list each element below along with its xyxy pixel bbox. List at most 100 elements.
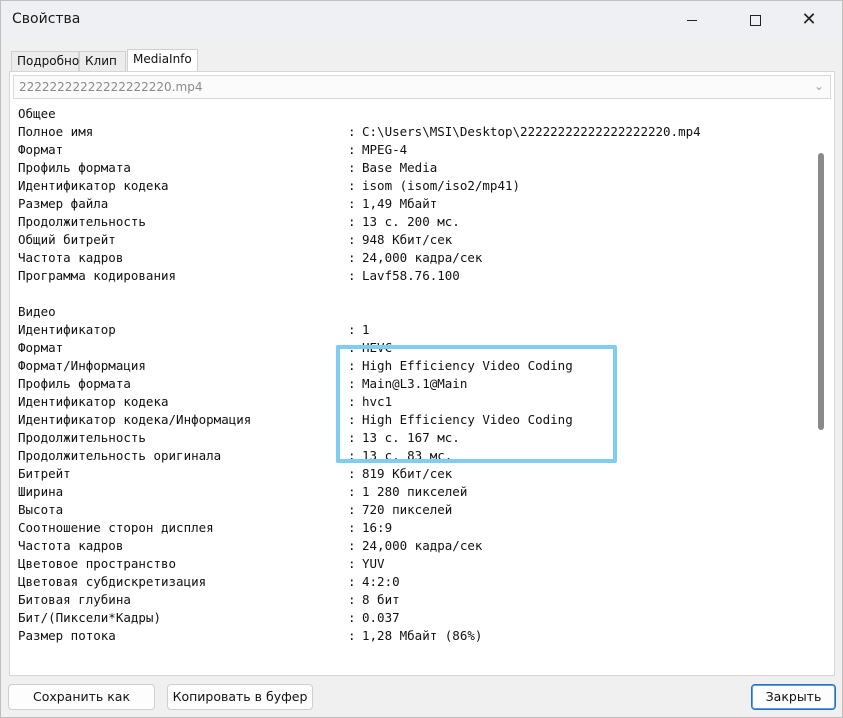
info-row: Идентификатор кодека: isom (isom/iso2/mp4… [18, 177, 701, 195]
file-select[interactable]: 22222222222222222220.mp4 ⌄ [13, 75, 831, 99]
info-row: Частота кадров:24,000 кадра/сек [18, 537, 701, 555]
close-button[interactable]: Закрыть [751, 684, 836, 710]
info-row-value: 1 [362, 322, 370, 337]
info-row-value: 4:2:0 [362, 574, 400, 589]
info-row: Высота:720 пикселей [18, 501, 701, 519]
info-row-value: 819 Кбит/сек [362, 466, 453, 481]
info-row-value: 16:9 [362, 520, 393, 535]
info-row-value: isom (isom/iso2/mp41) [362, 178, 521, 193]
info-row-separator: : [348, 610, 356, 625]
info-row-label: Программа кодирования [18, 268, 177, 283]
window-title: Свойства [12, 11, 81, 27]
info-row-separator: : [348, 502, 356, 517]
info-row-label: Идентификатор кодека/Информация [18, 412, 252, 427]
info-text-area[interactable]: Общее Полное имя: C:\Users\MSI\Desktop\222… [12, 101, 832, 672]
info-row: Цветовое пространство: YUV [18, 555, 701, 573]
info-row-separator: : [348, 160, 356, 175]
info-row: Частота кадров:24,000 кадра/сек [18, 249, 701, 267]
info-row-separator: : [348, 592, 356, 607]
info-row: Бит/(Пиксели*Кадры):0.037 [18, 609, 701, 627]
info-row-value: 1,28 Мбайт (86%) [362, 628, 483, 643]
minimize-button[interactable] [669, 1, 715, 39]
info-row-label: Профиль формата [18, 160, 131, 175]
info-row-label: Размер потока [18, 628, 116, 643]
info-row-separator: : [348, 250, 356, 265]
info-row: Битрейт:819 Кбит/сек [18, 465, 701, 483]
info-row-label: Битрейт [18, 466, 71, 481]
info-row-label: Размер файла [18, 196, 109, 211]
info-row-label: Профиль формата [18, 376, 131, 391]
info-row-separator: : [348, 556, 356, 571]
tab-clip[interactable]: Клип [79, 51, 126, 71]
tab-details[interactable]: Подробно [11, 51, 79, 71]
maximize-button[interactable] [732, 1, 778, 39]
info-row-value: 0.037 [362, 610, 400, 625]
minimize-icon [687, 19, 697, 21]
section-header: Общее [18, 106, 56, 121]
info-row-value: Base Media [362, 160, 438, 175]
info-row-label: Соотношение сторон дисплея [18, 520, 214, 535]
info-row: Общий битрейт:948 Кбит/сек [18, 231, 701, 249]
section-header: Видео [18, 304, 56, 319]
info-row-value: 24,000 кадра/сек [362, 538, 483, 553]
info-row-value: 24,000 кадра/сек [362, 250, 483, 265]
info-row-separator: : [348, 484, 356, 499]
close-window-button[interactable]: ✕ [786, 1, 832, 39]
info-row-label: Высота [18, 502, 64, 517]
info-row-label: Общий битрейт [18, 232, 116, 247]
info-row-label: Частота кадров [18, 538, 124, 553]
chevron-down-icon: ⌄ [813, 79, 825, 93]
info-row-separator: : [348, 466, 356, 481]
info-row-separator: : [348, 178, 356, 193]
info-row: Размер потока:1,28 Мбайт (86%) [18, 627, 701, 645]
info-row: Цветовая субдискретизация:4:2:0 [18, 573, 701, 591]
info-row: Идентификатор:1 [18, 321, 701, 339]
info-row: Программа кодирования: Lavf58.76.100 [18, 267, 701, 285]
tab-mediainfo[interactable]: MediaInfo [127, 49, 198, 71]
info-row-label: Формат [18, 142, 64, 157]
info-row-separator: : [348, 124, 356, 139]
copy-to-clipboard-button[interactable]: Копировать в буфер [167, 684, 313, 710]
info-row-label: Частота кадров [18, 250, 124, 265]
info-row-label: Ширина [18, 484, 64, 499]
mediainfo-panel: 22222222222222222220.mp4 ⌄ Общее Полное и… [9, 71, 835, 676]
maximize-icon [749, 14, 761, 26]
info-row-label: Формат [18, 340, 64, 355]
info-row-value: MPEG-4 [362, 142, 408, 157]
info-row-value: 948 Кбит/сек [362, 232, 453, 247]
save-as-button[interactable]: Сохранить как [8, 684, 155, 710]
info-row-value: 720 пикселей [362, 502, 453, 517]
info-row-value: Lavf58.76.100 [362, 268, 460, 283]
info-row-separator: : [348, 214, 356, 229]
info-row-label: Идентификатор кодека [18, 394, 169, 409]
highlight-box [336, 345, 617, 463]
info-row-label: Продолжительность [18, 430, 146, 445]
info-row-separator: : [348, 142, 356, 157]
properties-window: Свойства ✕ Подробно Клип MediaInfo 22222… [0, 0, 843, 718]
info-row-value: 1 280 пикселей [362, 484, 468, 499]
info-row: Размер файла:1,49 Мбайт [18, 195, 701, 213]
info-row-value: 13 с. 200 мс. [362, 214, 460, 229]
info-row-separator: : [348, 268, 356, 283]
info-row-label: Продолжительность [18, 214, 146, 229]
info-row-value: C:\Users\MSI\Desktop\2222222222222222222… [362, 124, 701, 139]
info-row-separator: : [348, 538, 356, 553]
info-row-separator: : [348, 574, 356, 589]
info-row-label: Полное имя [18, 124, 94, 139]
info-row-label: Продолжительность оригинала [18, 448, 222, 463]
info-row-label: Идентификатор кодека [18, 178, 169, 193]
close-icon: ✕ [801, 9, 817, 30]
info-row-separator: : [348, 232, 356, 247]
info-row-value: 1,49 Мбайт [362, 196, 438, 211]
info-row-label: Битовая глубина [18, 592, 131, 607]
info-row: Полное имя: C:\Users\MSI\Desktop\22222222… [18, 123, 701, 141]
info-row-label: Цветовая субдискретизация [18, 574, 207, 589]
info-row-separator: : [348, 520, 356, 535]
info-row-separator: : [348, 322, 356, 337]
info-row: Битовая глубина:8 бит [18, 591, 701, 609]
info-row-separator: : [348, 628, 356, 643]
info-row-value: 8 бит [362, 592, 400, 607]
vertical-scrollbar-thumb[interactable] [818, 153, 824, 430]
info-row-label: Идентификатор [18, 322, 116, 337]
